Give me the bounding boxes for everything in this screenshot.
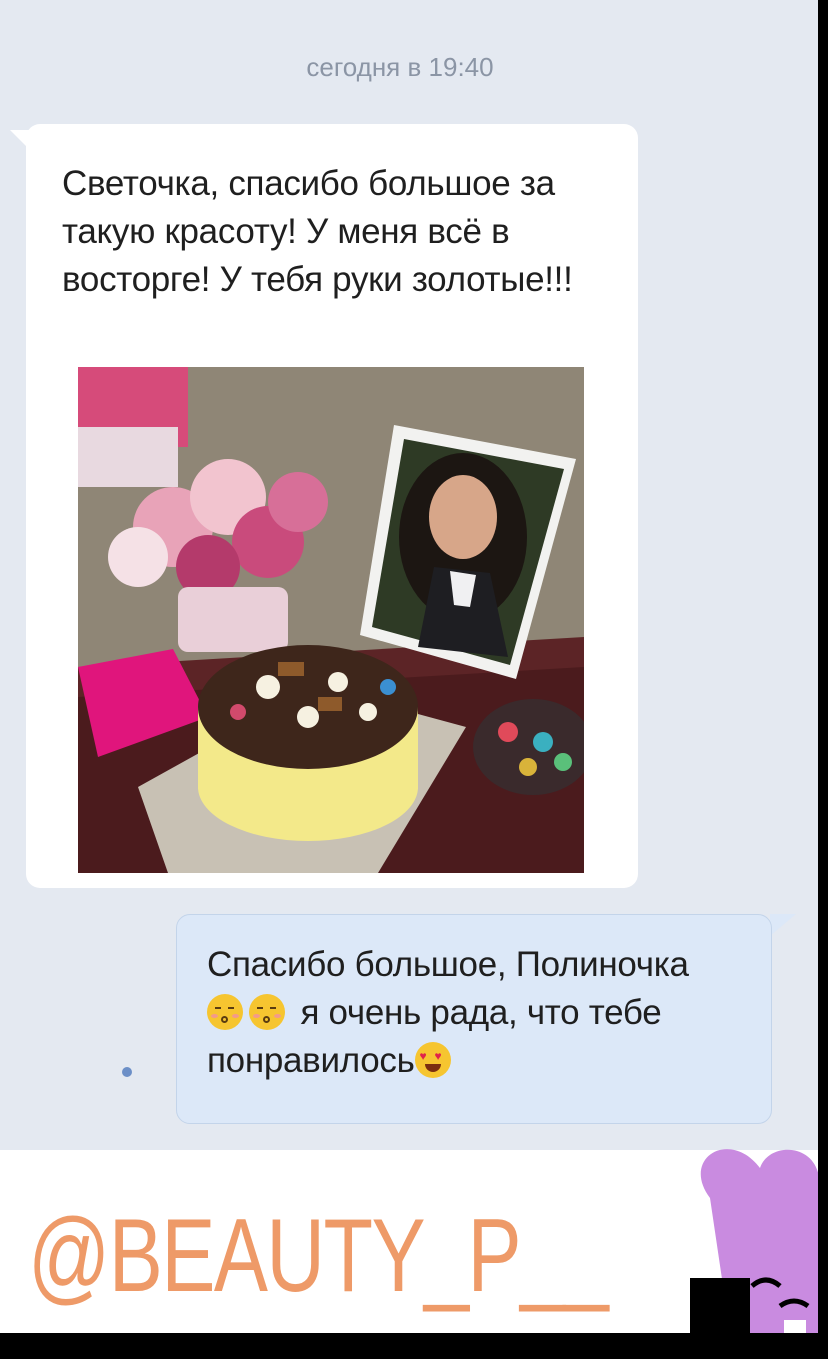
outgoing-bubble-tail	[770, 914, 796, 936]
outgoing-line-2: я очень рада, что тебе	[207, 989, 747, 1037]
outgoing-message[interactable]: Спасибо большое, Полиночка я очень рада,…	[176, 914, 772, 1124]
heart-sticker-icon	[690, 1138, 818, 1333]
kissing-face-emoji-icon	[249, 994, 285, 1030]
screen-border-bottom	[0, 1333, 828, 1359]
outgoing-line-1: Спасибо большое, Полиночка	[207, 945, 689, 984]
outgoing-message-text: Спасибо большое, Полиночка я очень рада,…	[207, 941, 747, 1085]
outgoing-line-3: понравилось ♥ ♥	[207, 1037, 747, 1085]
message-photo[interactable]	[78, 367, 584, 873]
photo-image	[78, 367, 584, 873]
incoming-message-text: Светочка, спасибо большое за такую красо…	[62, 164, 573, 299]
account-handle: @BEAUTY_P__	[28, 1198, 609, 1314]
chat-screen: сегодня в 19:40 Светочка, спасибо большо…	[0, 0, 818, 1333]
heart-eyes-emoji-icon: ♥ ♥	[414, 1042, 451, 1078]
outgoing-line-2-text: я очень рада, что тебе	[300, 993, 662, 1032]
message-date: сегодня в 19:40	[306, 52, 494, 82]
kissing-face-emoji-icon	[207, 994, 243, 1030]
incoming-message[interactable]: Светочка, спасибо большое за такую красо…	[26, 124, 638, 888]
screen-border-right	[818, 0, 828, 1359]
unread-indicator-dot	[122, 1067, 132, 1077]
outgoing-line-3-text: понравилось	[207, 1041, 415, 1080]
